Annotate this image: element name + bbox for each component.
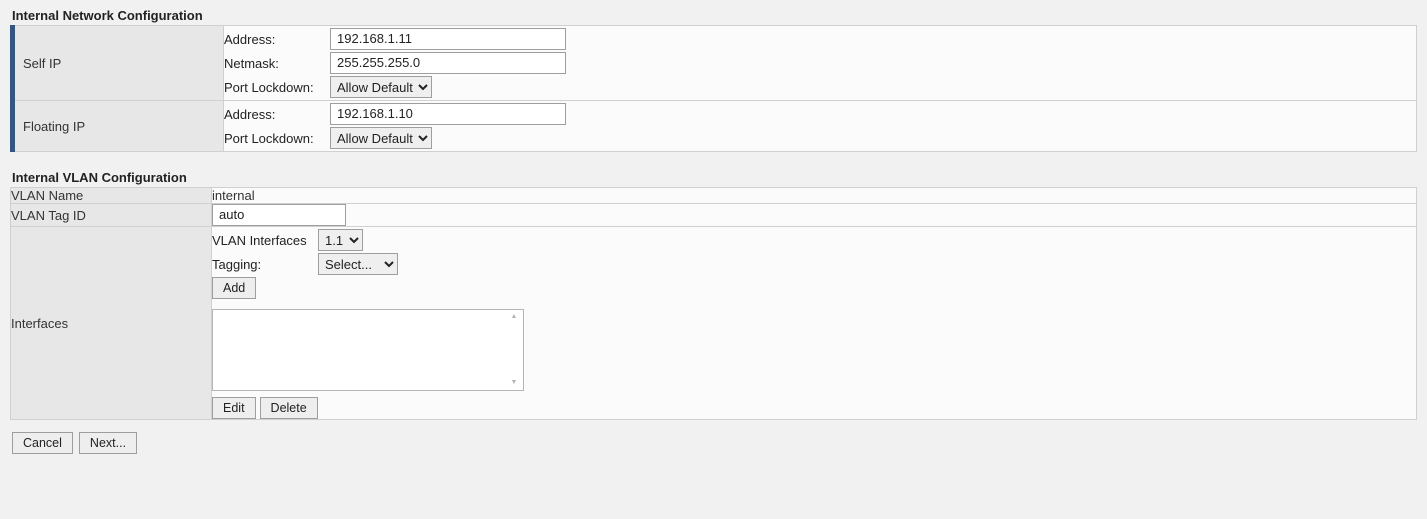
self-netmask-label: Netmask:: [224, 56, 324, 71]
vlan-tag-input[interactable]: [212, 204, 346, 226]
floating-address-label: Address:: [224, 107, 324, 122]
vlan-iface-select-label: VLAN Interfaces: [212, 233, 312, 248]
floating-address-input[interactable]: [330, 103, 566, 125]
scroll-down-icon: ▼: [507, 378, 521, 388]
vlan-name-value: internal: [212, 188, 255, 203]
delete-button[interactable]: Delete: [260, 397, 318, 419]
vlan-section-title: Internal VLAN Configuration: [12, 170, 1417, 185]
self-lockdown-label: Port Lockdown:: [224, 80, 324, 95]
self-ip-label: Self IP: [13, 26, 224, 101]
floating-lockdown-select[interactable]: Allow Default: [330, 127, 432, 149]
cancel-button[interactable]: Cancel: [12, 432, 73, 454]
network-section-title: Internal Network Configuration: [12, 8, 1417, 23]
floating-lockdown-label: Port Lockdown:: [224, 131, 324, 146]
next-button[interactable]: Next...: [79, 432, 137, 454]
self-address-input[interactable]: [330, 28, 566, 50]
self-lockdown-select[interactable]: Allow Default: [330, 76, 432, 98]
vlan-interfaces-label: Interfaces: [11, 227, 212, 420]
vlan-interfaces-listbox[interactable]: ▲ ▼: [212, 309, 524, 391]
scroll-up-icon: ▲: [507, 312, 521, 322]
vlan-iface-select[interactable]: 1.1: [318, 229, 363, 251]
edit-button[interactable]: Edit: [212, 397, 256, 419]
add-button[interactable]: Add: [212, 277, 256, 299]
floating-ip-label: Floating IP: [13, 101, 224, 152]
vlan-tagging-label: Tagging:: [212, 257, 312, 272]
vlan-tagging-select[interactable]: Select...: [318, 253, 398, 275]
vlan-tag-label: VLAN Tag ID: [11, 204, 212, 227]
vlan-name-label: VLAN Name: [11, 188, 212, 204]
vlan-config-table: VLAN Name internal VLAN Tag ID Interface…: [10, 187, 1417, 420]
self-address-label: Address:: [224, 32, 324, 47]
self-netmask-input[interactable]: [330, 52, 566, 74]
network-config-table: Self IP Address: Netmask: Port Lockdown:…: [10, 25, 1417, 152]
